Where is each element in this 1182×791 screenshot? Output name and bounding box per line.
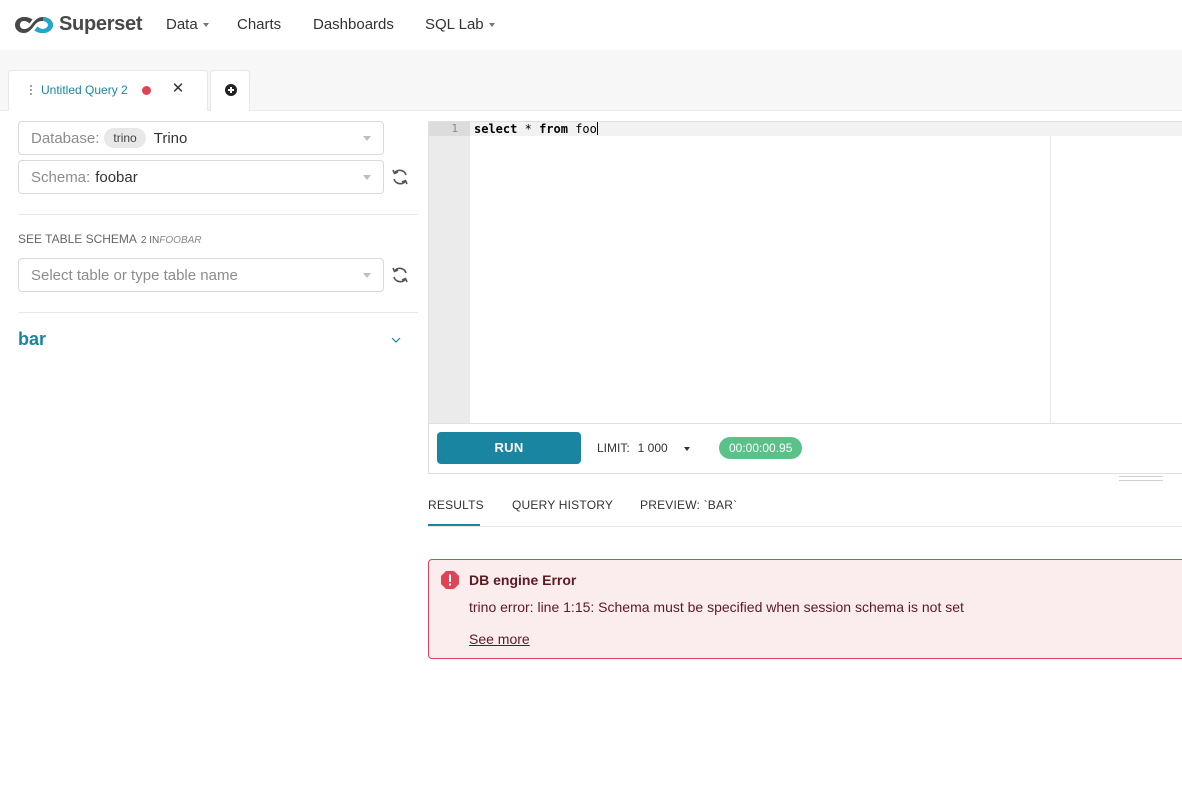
- divider: [18, 214, 418, 215]
- table-schema-header-label: SEE TABLE SCHEMA: [18, 232, 137, 246]
- schema-label: Schema:: [31, 168, 91, 186]
- table-schema-header: SEE TABLE SCHEMA 2 INFOOBAR: [18, 232, 202, 246]
- see-more-link[interactable]: See more: [469, 631, 530, 647]
- database-value: Trino: [153, 129, 188, 147]
- tab-menu-icon[interactable]: [29, 85, 33, 97]
- sql-editor-left-bar: Database: trino Trino Schema: foobar SEE…: [8, 111, 418, 791]
- chevron-down-icon: [363, 136, 371, 141]
- query-tab-title: Untitled Query 2: [41, 83, 128, 97]
- refresh-schema-icon[interactable]: [390, 167, 410, 187]
- error-alert: DB engine Error trino error: line 1:15: …: [428, 559, 1182, 659]
- active-tab-indicator: [428, 524, 480, 526]
- nav-dashboards-link[interactable]: Dashboards: [313, 16, 394, 33]
- print-margin: [1050, 136, 1051, 423]
- schema-value: foobar: [95, 168, 138, 186]
- superset-logo[interactable]: Superset: [13, 13, 142, 36]
- plus-circle-icon: [225, 84, 237, 96]
- query-timer: 00:00:00.95: [719, 437, 803, 459]
- table-select-placeholder: Select table or type table name: [31, 266, 238, 284]
- limit-value: 1 000: [637, 441, 668, 455]
- sql-code[interactable]: select * from foo: [474, 122, 598, 136]
- database-backend-tag: trino: [104, 128, 146, 148]
- chevron-down-icon: [363, 175, 371, 180]
- error-icon: [441, 571, 459, 589]
- table-element-bar[interactable]: bar: [18, 329, 46, 350]
- run-query-button[interactable]: RUN: [437, 432, 581, 464]
- refresh-tables-icon[interactable]: [390, 265, 410, 285]
- tab-preview-bar[interactable]: PREVIEW: `BAR`: [640, 498, 737, 512]
- table-count: 2 IN: [140, 235, 160, 246]
- logo-text: Superset: [59, 13, 143, 35]
- editor-gutter: [429, 122, 470, 423]
- chevron-down-icon[interactable]: [390, 334, 402, 346]
- query-tab[interactable]: Untitled Query 2 ✕: [8, 70, 208, 111]
- divider: [18, 312, 418, 313]
- resize-handle-line: [1119, 480, 1163, 481]
- sql-star: *: [524, 122, 532, 136]
- nav-data-label: Data: [166, 16, 198, 33]
- add-query-tab-button[interactable]: [210, 70, 250, 111]
- schema-select[interactable]: Schema: foobar: [18, 160, 384, 194]
- superset-logo-icon: [15, 16, 53, 33]
- tab-results[interactable]: RESULTS: [428, 498, 484, 512]
- nav-dashboards-label: Dashboards: [313, 16, 394, 33]
- query-status-indicator: [142, 86, 151, 95]
- limit-dropdown[interactable]: LIMIT: 1 000: [597, 441, 690, 455]
- database-select[interactable]: Database: trino Trino: [18, 121, 384, 155]
- error-title: DB engine Error: [469, 572, 577, 588]
- sql-identifier: foo: [575, 122, 597, 136]
- resize-handle[interactable]: [1119, 476, 1163, 477]
- caret-down-icon: [488, 23, 495, 27]
- sql-keyword: select: [474, 122, 518, 136]
- caret-down-icon: [683, 446, 690, 451]
- line-number: 1: [429, 122, 470, 136]
- sql-editor[interactable]: 1 select * from foo: [428, 121, 1182, 424]
- tab-query-history[interactable]: QUERY HISTORY: [512, 498, 613, 512]
- nav-sqllab-menu[interactable]: SQL Lab: [425, 16, 495, 33]
- sql-keyword: from: [539, 122, 568, 136]
- table-schema-name: FOOBAR: [159, 235, 202, 246]
- error-message: trino error: line 1:15: Schema must be s…: [469, 599, 964, 615]
- nav-data-menu[interactable]: Data: [166, 16, 209, 33]
- limit-label: LIMIT:: [597, 441, 630, 455]
- chevron-down-icon: [363, 273, 371, 278]
- caret-down-icon: [202, 23, 209, 27]
- close-icon[interactable]: ✕: [170, 80, 186, 98]
- nav-sqllab-label: SQL Lab: [425, 16, 484, 33]
- editor-toolbar: RUN LIMIT: 1 000 00:00:00.95: [428, 424, 1182, 474]
- table-select[interactable]: Select table or type table name: [18, 258, 384, 292]
- text-cursor: [596, 122, 598, 135]
- nav-charts-label: Charts: [237, 16, 282, 33]
- nav-charts-link[interactable]: Charts: [237, 16, 281, 33]
- top-navbar: Superset Data Charts Dashboards SQL Lab: [0, 0, 1182, 50]
- database-label: Database:: [31, 129, 100, 147]
- results-tabs: RESULTS QUERY HISTORY PREVIEW: `BAR`: [428, 488, 1182, 527]
- query-tab-strip: Untitled Query 2 ✕: [0, 50, 1182, 111]
